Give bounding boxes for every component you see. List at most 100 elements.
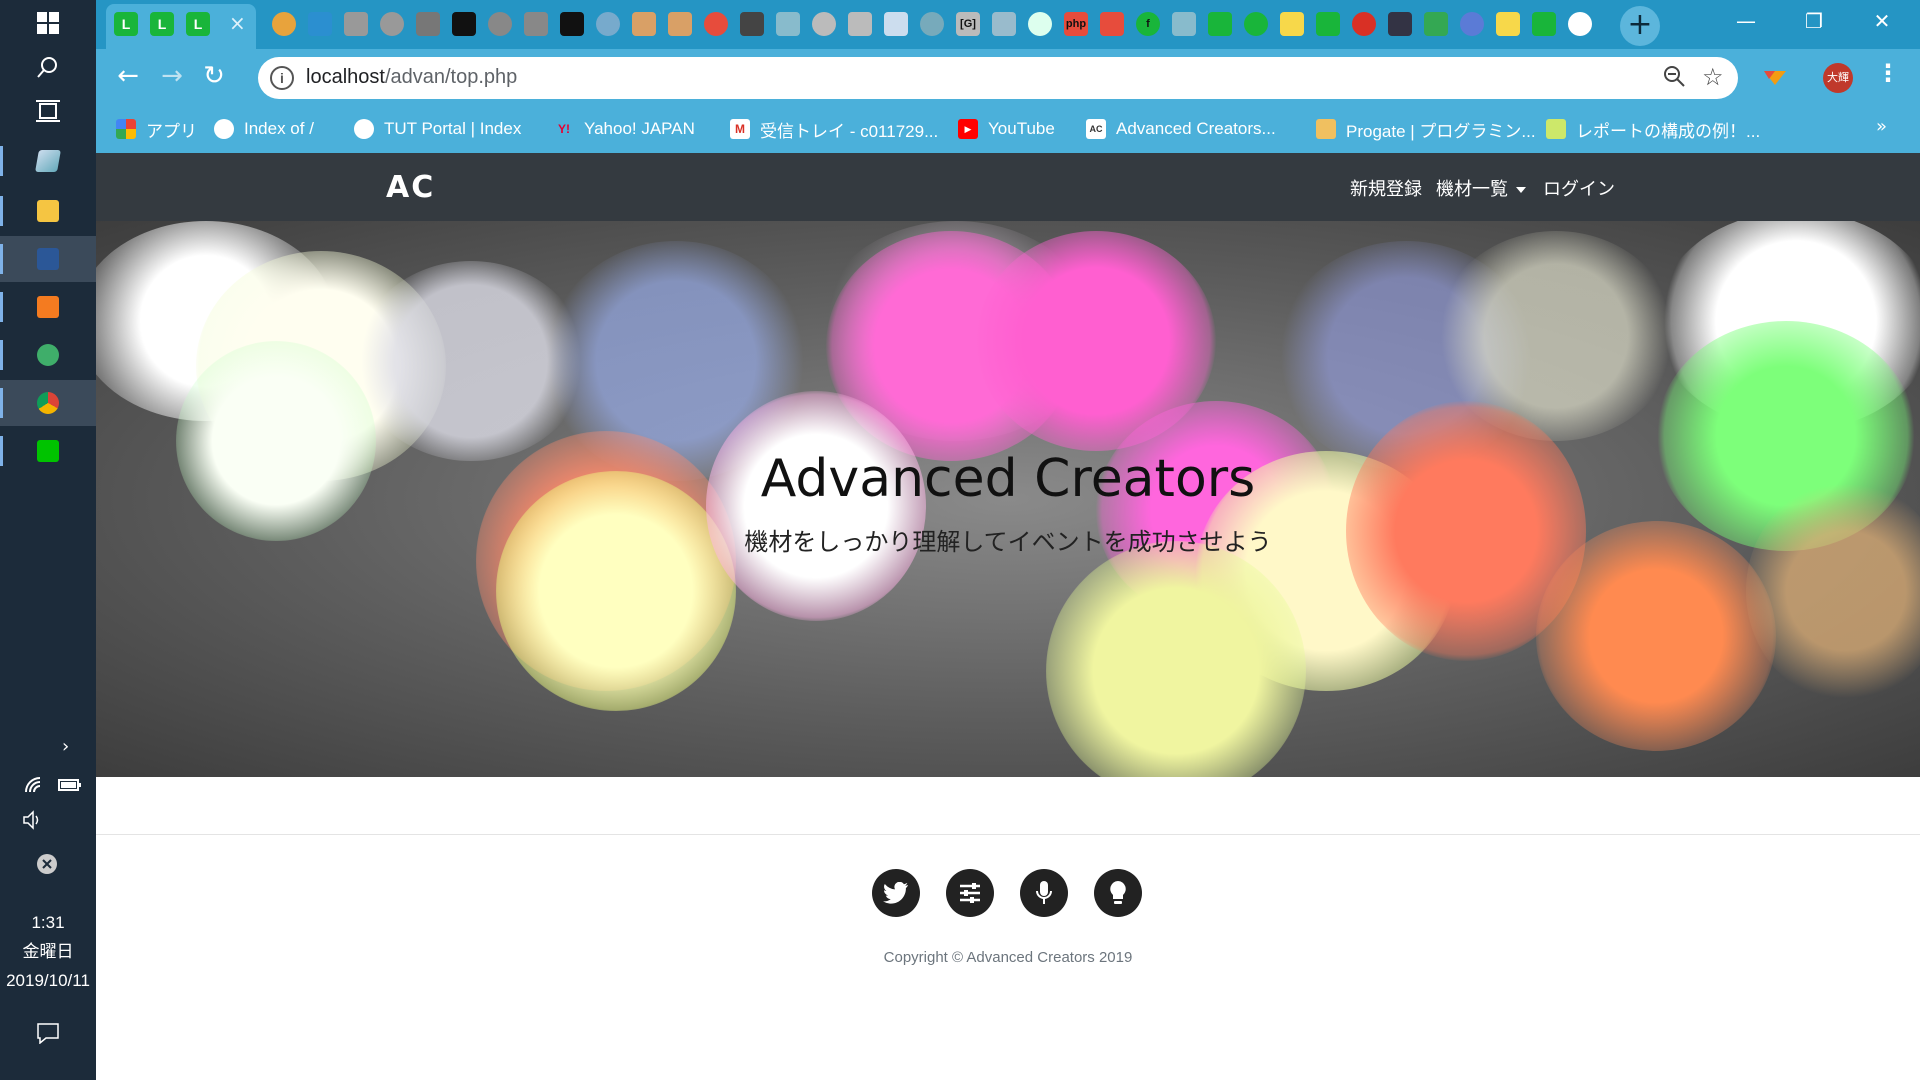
action-center-icon[interactable] bbox=[36, 1022, 60, 1044]
tab-favicon[interactable] bbox=[1028, 12, 1052, 36]
bookmark-youtube[interactable]: ▶ YouTube bbox=[958, 116, 1055, 142]
microphone-button[interactable] bbox=[1020, 869, 1068, 917]
tab-favicon[interactable] bbox=[1388, 12, 1412, 36]
tab-favicon[interactable] bbox=[272, 12, 296, 36]
volume-icon[interactable] bbox=[22, 810, 44, 830]
close-window-button[interactable]: ✕ bbox=[1848, 0, 1916, 42]
tab-favicon[interactable] bbox=[344, 12, 368, 36]
tab-favicon[interactable] bbox=[992, 12, 1016, 36]
tab-favicon-line-2[interactable]: L bbox=[150, 12, 174, 36]
tab-favicon[interactable] bbox=[1172, 12, 1196, 36]
site-info-icon[interactable]: i bbox=[270, 66, 294, 90]
tab-favicon[interactable] bbox=[740, 12, 764, 36]
tab-favicon[interactable] bbox=[1532, 12, 1556, 36]
search-button[interactable] bbox=[0, 44, 96, 90]
back-button[interactable]: ← bbox=[110, 59, 146, 95]
bookmark-advanced-creators[interactable]: AC Advanced Creators... bbox=[1086, 116, 1276, 142]
start-button[interactable] bbox=[0, 0, 96, 46]
tab-favicon[interactable] bbox=[884, 12, 908, 36]
nav-login-link[interactable]: ログイン bbox=[1543, 175, 1615, 201]
taskbar-line[interactable] bbox=[0, 428, 96, 474]
bookmarks-bar: アプリ Index of / TUT Portal | Index Y! Yah… bbox=[96, 105, 1920, 153]
battery-icon[interactable] bbox=[58, 776, 82, 792]
address-url[interactable]: localhost/advan/top.php bbox=[306, 66, 517, 89]
lightbulb-button[interactable] bbox=[1094, 869, 1142, 917]
tab-favicon[interactable] bbox=[560, 12, 584, 36]
task-view-button[interactable] bbox=[0, 88, 96, 134]
bookmark-label: TUT Portal | Index bbox=[384, 119, 522, 138]
tab-favicon[interactable] bbox=[488, 12, 512, 36]
taskbar-app-1[interactable] bbox=[0, 138, 96, 184]
tab-favicon[interactable] bbox=[1424, 12, 1448, 36]
xampp-icon bbox=[37, 296, 59, 318]
tab-favicon[interactable] bbox=[812, 12, 836, 36]
address-bar[interactable]: i localhost/advan/top.php ☆ bbox=[258, 57, 1738, 99]
bookmark-index-of[interactable]: Index of / bbox=[214, 116, 314, 142]
notification-off-icon[interactable] bbox=[36, 853, 58, 875]
tab-favicon[interactable]: php bbox=[1064, 12, 1088, 36]
bookmark-progate[interactable]: Progate | プログラミン... bbox=[1316, 116, 1536, 142]
forward-button[interactable]: → bbox=[154, 59, 190, 95]
maximize-button[interactable]: ❐ bbox=[1780, 0, 1848, 42]
settings-sliders-button[interactable] bbox=[946, 869, 994, 917]
hero-subtitle: 機材をしっかり理解してイベントを成功させよう bbox=[744, 528, 1272, 556]
tab-favicon-line-1[interactable]: L bbox=[114, 12, 138, 36]
tab-favicon[interactable] bbox=[1568, 12, 1592, 36]
tab-favicon[interactable] bbox=[704, 12, 728, 36]
tab-favicon[interactable] bbox=[380, 12, 404, 36]
tab-favicon[interactable] bbox=[1496, 12, 1520, 36]
reload-button[interactable]: ↻ bbox=[196, 59, 232, 95]
extension-icon[interactable] bbox=[1760, 61, 1790, 91]
tab-favicon[interactable] bbox=[1460, 12, 1484, 36]
bookmarks-overflow-icon[interactable]: » bbox=[1876, 116, 1887, 137]
bookmark-tut-portal[interactable]: TUT Portal | Index bbox=[354, 116, 521, 142]
bookmark-gmail[interactable]: M 受信トレイ - c011729... bbox=[730, 116, 938, 142]
tab-favicon[interactable] bbox=[416, 12, 440, 36]
tab-favicon[interactable] bbox=[1100, 12, 1124, 36]
taskbar-chrome[interactable] bbox=[0, 380, 96, 426]
tab-favicon[interactable] bbox=[848, 12, 872, 36]
site-logo[interactable]: AC bbox=[386, 173, 446, 203]
tab-favicon[interactable] bbox=[668, 12, 692, 36]
tab-favicon[interactable]: f bbox=[1136, 12, 1160, 36]
tab-favicon[interactable] bbox=[1316, 12, 1340, 36]
tab-favicon[interactable] bbox=[1352, 12, 1376, 36]
tab-close-icon[interactable]: × bbox=[229, 11, 246, 35]
tab-favicon[interactable] bbox=[1244, 12, 1268, 36]
taskbar-explorer[interactable] bbox=[0, 188, 96, 234]
chrome-icon bbox=[37, 392, 59, 414]
twitter-button[interactable] bbox=[872, 869, 920, 917]
tab-favicon[interactable] bbox=[524, 12, 548, 36]
tab-favicon[interactable] bbox=[632, 12, 656, 36]
tab-favicon[interactable] bbox=[596, 12, 620, 36]
taskbar-app-2[interactable] bbox=[0, 332, 96, 378]
tab-favicon[interactable] bbox=[920, 12, 944, 36]
minimize-button[interactable]: — bbox=[1712, 0, 1780, 42]
tab-favicon[interactable] bbox=[1280, 12, 1304, 36]
bookmark-label: レポートの構成の例！... bbox=[1576, 121, 1761, 141]
chevron-right-icon[interactable]: › bbox=[62, 736, 69, 757]
bookmark-apps[interactable]: アプリ bbox=[116, 116, 197, 142]
taskbar-word[interactable] bbox=[0, 236, 96, 282]
tab-favicon[interactable] bbox=[308, 12, 332, 36]
taskbar-xampp[interactable] bbox=[0, 284, 96, 330]
tab-favicon-line-3[interactable]: L bbox=[186, 12, 210, 36]
system-clock[interactable]: 1:31 金曜日 2019/10/11 bbox=[0, 908, 96, 995]
tab-favicon[interactable] bbox=[776, 12, 800, 36]
bookmark-label: 受信トレイ - c011729... bbox=[760, 121, 939, 141]
nav-equipment-dropdown[interactable]: 機材一覧 bbox=[1436, 175, 1526, 201]
new-tab-button[interactable]: + bbox=[1620, 6, 1660, 46]
chrome-menu-icon[interactable]: ⋮ bbox=[1876, 59, 1900, 87]
tab-favicon[interactable] bbox=[452, 12, 476, 36]
footer-divider bbox=[96, 834, 1920, 835]
wifi-icon[interactable] bbox=[24, 776, 46, 794]
tab-favicon[interactable]: [G] bbox=[956, 12, 980, 36]
profile-avatar[interactable]: 大輝 bbox=[1823, 63, 1853, 93]
bookmark-star-icon[interactable]: ☆ bbox=[1702, 63, 1724, 91]
tab-favicon[interactable] bbox=[1208, 12, 1232, 36]
zoom-icon[interactable] bbox=[1663, 65, 1685, 87]
page-content: AC 新規登録 機材一覧 ログイン Advanced Creators 機材をし… bbox=[96, 153, 1920, 1080]
bookmark-report[interactable]: レポートの構成の例！... bbox=[1546, 116, 1760, 142]
bookmark-yahoo[interactable]: Y! Yahoo! JAPAN bbox=[554, 116, 695, 142]
nav-register-link[interactable]: 新規登録 bbox=[1350, 175, 1422, 201]
